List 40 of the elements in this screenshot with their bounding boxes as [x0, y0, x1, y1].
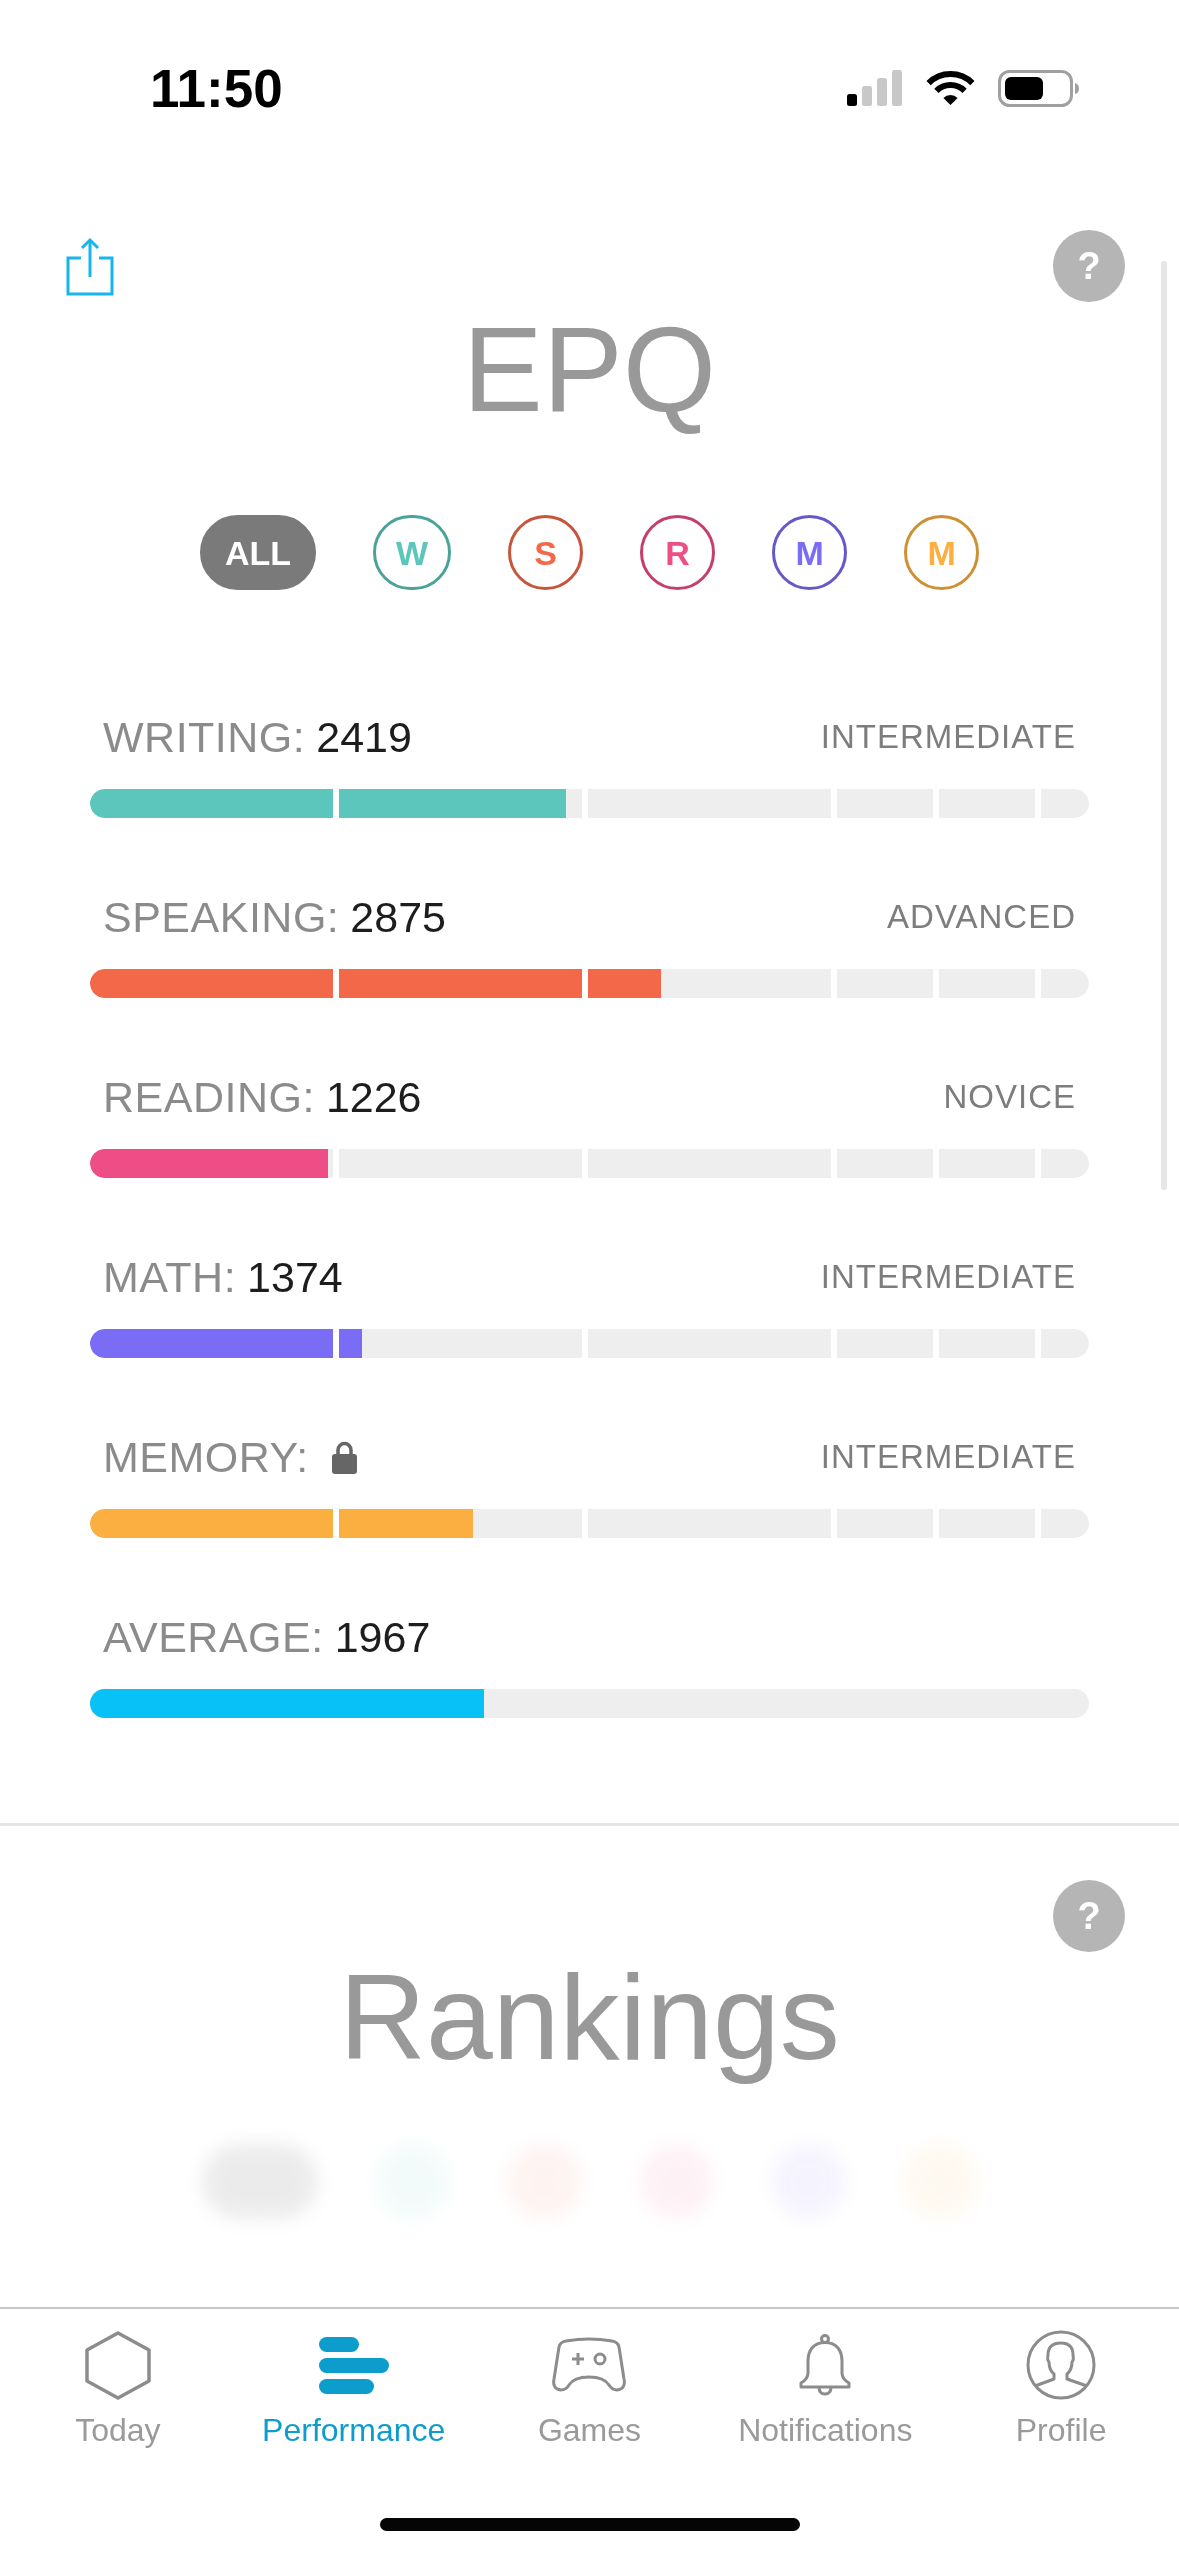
skill-label: READING: — [103, 1072, 315, 1122]
tab-bar-item[interactable]: Profile — [1015, 2331, 1107, 2449]
skill-label: AVERAGE: — [103, 1612, 324, 1662]
rank-label: NOVICE — [943, 1077, 1076, 1117]
skill-label: MATH: — [103, 1252, 237, 1302]
tab-bar-item[interactable]: Performance — [262, 2331, 446, 2449]
filter-chip[interactable]: R — [640, 515, 716, 590]
signal-icon — [847, 70, 903, 106]
skill-score: 2419 — [316, 712, 412, 762]
rankings-title: Rankings — [338, 1949, 841, 2086]
skill-score: 2875 — [350, 892, 446, 942]
rank-label: INTERMEDIATE — [820, 717, 1076, 757]
tab-bar-item[interactable]: Today — [75, 2331, 161, 2449]
help-button[interactable]: ? — [1053, 230, 1125, 302]
gamepad-icon — [552, 2337, 627, 2393]
skill-score: 1967 — [334, 1612, 431, 1662]
filter-chip[interactable]: M — [904, 515, 980, 590]
rank-label: INTERMEDIATE — [820, 1437, 1076, 1477]
filter-chip[interactable]: S — [508, 515, 584, 590]
rank-label: ADVANCED — [887, 897, 1076, 937]
tab-bar-item[interactable]: Games — [537, 2331, 642, 2449]
filter-chip[interactable]: ALL — [199, 515, 316, 590]
skill-score: 1374 — [247, 1252, 343, 1302]
wifi-icon — [925, 70, 976, 106]
filter-chip[interactable]: W — [372, 515, 452, 590]
share-icon[interactable] — [66, 236, 114, 296]
rank-label: INTERMEDIATE — [820, 1257, 1076, 1297]
tab-bar-item[interactable]: Notifications — [738, 2331, 913, 2449]
skill-label: WRITING: — [103, 712, 306, 762]
skill-score: 1226 — [325, 1072, 422, 1122]
bars-icon — [318, 2336, 389, 2394]
skill-label: MEMORY: — [103, 1432, 309, 1482]
status-time: 11:50 — [150, 61, 283, 115]
battery-icon — [998, 69, 1080, 107]
filter-chip[interactable]: M — [772, 515, 848, 590]
help-button[interactable]: ? — [1053, 1880, 1125, 1952]
skill-label: SPEAKING: — [103, 892, 340, 942]
person-circle-icon — [1026, 2330, 1097, 2400]
epq-title: EPQ — [461, 301, 718, 438]
hexagon-icon — [84, 2330, 151, 2400]
